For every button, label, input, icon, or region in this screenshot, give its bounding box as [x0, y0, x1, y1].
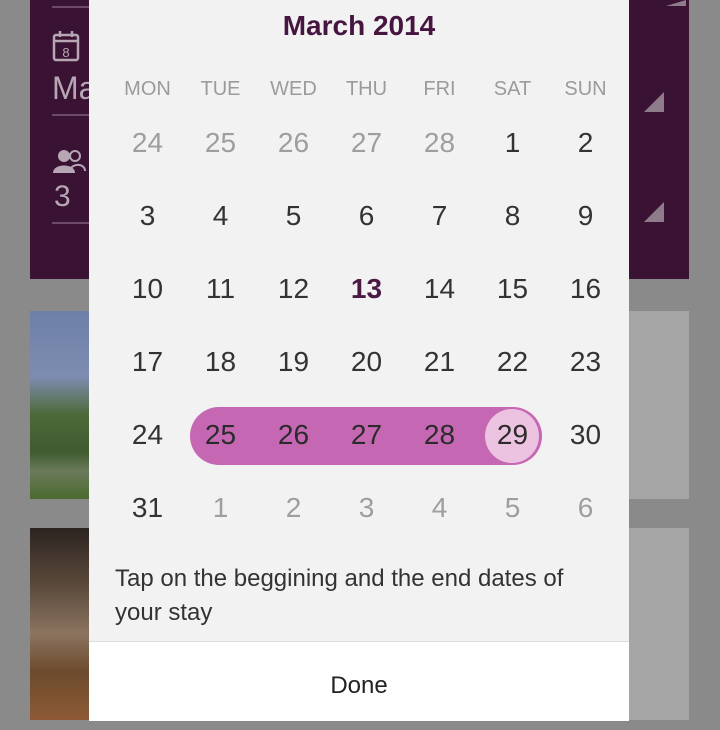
weekday-label-tue: TUE: [200, 78, 241, 100]
calendar-day[interactable]: 6: [330, 200, 403, 232]
calendar-day[interactable]: 1: [476, 127, 549, 159]
calendar-day[interactable]: 9: [549, 200, 622, 232]
guests-field-value[interactable]: 3: [54, 180, 71, 214]
calendar-day[interactable]: 3: [111, 200, 184, 232]
dropdown-corner-indicator: [666, 0, 686, 6]
calendar-day-outside-month[interactable]: 3: [330, 492, 403, 524]
calendar-day[interactable]: 25: [184, 419, 257, 451]
weekday-label-wed: WED: [270, 78, 317, 100]
calendar-day[interactable]: 21: [403, 346, 476, 378]
date-field-underline: [52, 114, 92, 116]
calendar-day[interactable]: 31: [111, 492, 184, 524]
dropdown-corner-indicator: [644, 202, 664, 222]
calendar-day[interactable]: 28: [403, 419, 476, 451]
weekday-label-sat: SAT: [493, 78, 532, 100]
calendar-day[interactable]: 20: [330, 346, 403, 378]
calendar-day[interactable]: 27: [330, 419, 403, 451]
top-field-underline: [52, 6, 92, 8]
calendar-day-outside-month[interactable]: 24: [111, 127, 184, 159]
calendar-day[interactable]: 29: [476, 419, 549, 451]
calendar-day[interactable]: 24: [111, 419, 184, 451]
calendar-day[interactable]: 19: [257, 346, 330, 378]
month-title: March 2014: [282, 10, 436, 41]
calendar-day[interactable]: 5: [257, 200, 330, 232]
calendar-day[interactable]: 23: [549, 346, 622, 378]
calendar-day-outside-month[interactable]: 1: [184, 492, 257, 524]
calendar-day[interactable]: 13: [330, 273, 403, 305]
calendar-day[interactable]: 14: [403, 273, 476, 305]
calendar-day-outside-month[interactable]: 6: [549, 492, 622, 524]
calendar-day[interactable]: 2: [549, 127, 622, 159]
calendar-day-outside-month[interactable]: 5: [476, 492, 549, 524]
done-button[interactable]: Done: [89, 642, 629, 721]
guests-field-underline: [52, 222, 92, 224]
calendar-day-outside-month[interactable]: 4: [403, 492, 476, 524]
calendar-day-outside-month[interactable]: 27: [330, 127, 403, 159]
date-range-dialog: March 2014 MON TUE WED THU FRI SAT SUN 24 25 26 2…: [89, 0, 629, 721]
calendar-day-outside-month[interactable]: 2: [257, 492, 330, 524]
weekday-label-mon: MON: [124, 78, 171, 100]
calendar-day[interactable]: 10: [111, 273, 184, 305]
dialog-footer: Done: [89, 641, 629, 721]
calendar-day[interactable]: 4: [184, 200, 257, 232]
instruction-text: Tap on the beggining and the end dates o…: [115, 565, 564, 626]
calendar-day[interactable]: 15: [476, 273, 549, 305]
weekday-label-fri: FRI: [423, 78, 456, 100]
calendar-day[interactable]: 12: [257, 273, 330, 305]
guests-icon: [52, 148, 86, 179]
calendar-day[interactable]: 16: [549, 273, 622, 305]
calendar-day-outside-month[interactable]: 26: [257, 127, 330, 159]
svg-text:8: 8: [62, 45, 69, 60]
calendar-day[interactable]: 8: [476, 200, 549, 232]
calendar-icon: 8: [52, 30, 80, 67]
dropdown-corner-indicator: [644, 92, 664, 112]
calendar-day[interactable]: 30: [549, 419, 622, 451]
calendar-day[interactable]: 7: [403, 200, 476, 232]
calendar-day[interactable]: 11: [184, 273, 257, 305]
calendar-day-outside-month[interactable]: 25: [184, 127, 257, 159]
calendar-day[interactable]: 22: [476, 346, 549, 378]
hotel-photo-1: [30, 311, 90, 499]
hotel-photo-2: [30, 528, 90, 720]
weekday-label-thu: THU: [345, 78, 388, 100]
calendar-day[interactable]: 18: [184, 346, 257, 378]
calendar-day[interactable]: 26: [257, 419, 330, 451]
calendar-day-outside-month[interactable]: 28: [403, 127, 476, 159]
calendar-day[interactable]: 17: [111, 346, 184, 378]
weekday-label-sun: SUN: [564, 78, 607, 100]
